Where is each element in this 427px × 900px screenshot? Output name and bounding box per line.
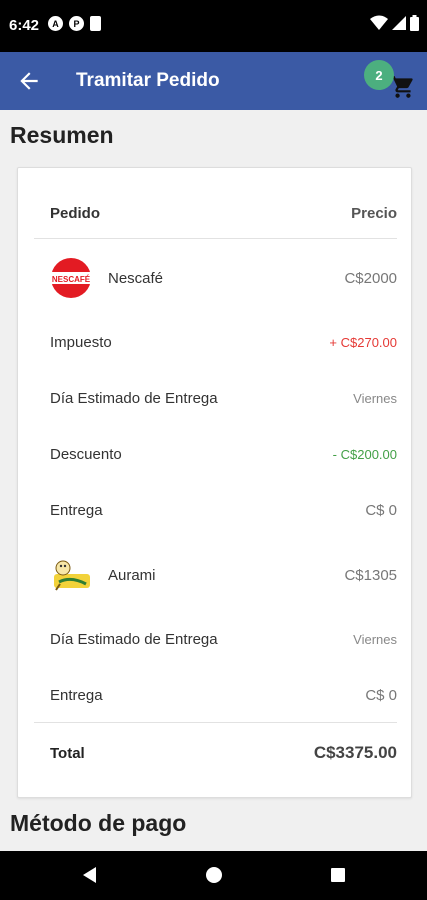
status-notification-icons: A P [48, 16, 101, 31]
battery-icon [410, 15, 419, 31]
cart-button[interactable]: 2 [364, 60, 420, 104]
cart-count-badge: 2 [364, 60, 394, 90]
product-name: Nescafé [108, 269, 164, 287]
detail-value: Viernes [353, 631, 397, 647]
detail-value: + C$270.00 [329, 334, 397, 350]
notification-a-icon: A [48, 16, 63, 31]
total-divider [34, 722, 397, 723]
system-navigation-bar [0, 851, 427, 900]
page-title: Tramitar Pedido [76, 70, 220, 91]
total-label: Total [50, 744, 85, 762]
svg-text:NESCAFÉ: NESCAFÉ [52, 275, 91, 284]
detail-label: Día Estimado de Entrega [50, 630, 218, 648]
detail-row-delivery-cost: Entrega C$ 0 [34, 683, 397, 707]
price-column-label: Precio [351, 204, 397, 222]
total-value: C$3375.00 [313, 743, 397, 762]
detail-row-delivery-date: Día Estimado de Entrega Viernes [34, 386, 397, 410]
wifi-icon [370, 15, 388, 30]
detail-label: Entrega [50, 501, 103, 519]
product-row-aurami: Aurami C$1305 [34, 553, 397, 597]
signal-icon [392, 16, 406, 30]
aurami-logo-image [54, 560, 90, 591]
status-bar: 6:42 A P [0, 0, 427, 52]
status-system-icons [370, 15, 419, 31]
back-triangle-icon[interactable] [80, 865, 100, 885]
detail-label: Descuento [50, 445, 122, 463]
detail-label: Entrega [50, 686, 103, 704]
detail-row-delivery-date: Día Estimado de Entrega Viernes [34, 627, 397, 651]
detail-row-tax: Impuesto + C$270.00 [34, 330, 397, 354]
product-price: C$2000 [344, 269, 397, 287]
order-column-label: Pedido [50, 204, 101, 222]
detail-label: Día Estimado de Entrega [50, 389, 218, 407]
detail-label: Impuesto [50, 333, 112, 351]
app-bar: Tramitar Pedido 2 [0, 52, 427, 110]
detail-value: Viernes [353, 390, 397, 406]
cart-icon [391, 76, 413, 98]
order-summary-card: Pedido Precio NESCAFÉ Nescafé C$2000 Imp… [17, 167, 412, 798]
summary-header-row: Pedido Precio [34, 198, 397, 228]
detail-value: - C$200.00 [332, 446, 397, 462]
nescafe-logo-image: NESCAFÉ [51, 258, 91, 298]
back-arrow-icon[interactable] [16, 68, 42, 94]
home-circle-icon[interactable] [204, 865, 224, 885]
detail-row-discount: Descuento - C$200.00 [34, 442, 397, 466]
notification-p-icon: P [69, 16, 84, 31]
detail-value: C$ 0 [365, 686, 397, 704]
sd-card-icon [90, 16, 101, 31]
header-divider [34, 238, 397, 239]
recents-square-icon[interactable] [328, 865, 348, 885]
total-row: Total C$3375.00 [34, 740, 397, 766]
detail-value: C$ 0 [365, 501, 397, 519]
summary-title: Resumen [10, 122, 114, 148]
product-name: Aurami [108, 566, 156, 584]
status-time: 6:42 [9, 17, 40, 34]
detail-row-delivery-cost: Entrega C$ 0 [34, 498, 397, 522]
product-row-nescafe: NESCAFÉ Nescafé C$2000 [34, 256, 397, 300]
product-price: C$1305 [344, 566, 397, 584]
payment-method-title: Método de pago [10, 810, 187, 836]
